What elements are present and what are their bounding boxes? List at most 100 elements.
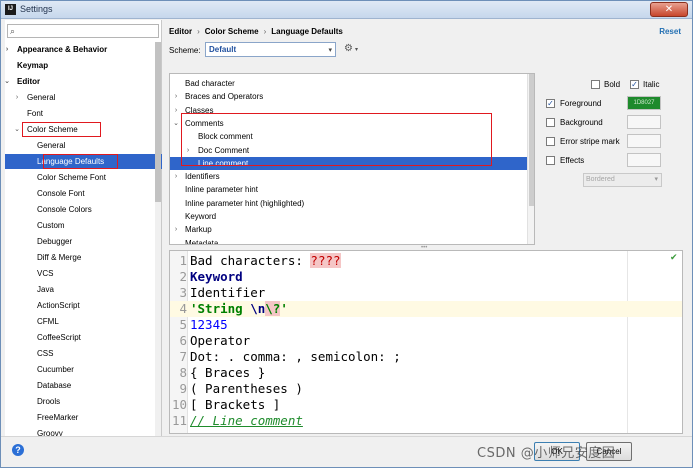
color-element-item[interactable]: › Identifiers <box>170 170 528 183</box>
chevron-right-icon[interactable]: › <box>172 90 180 103</box>
code-line[interactable]: 4 'String \n\?' <box>170 301 682 317</box>
code-text: 'String \n\?' <box>190 301 288 317</box>
color-element-label: Doc Comment <box>198 145 250 155</box>
sidebar-item[interactable]: Console Font <box>5 186 162 201</box>
sidebar-item[interactable]: CSS <box>5 346 162 361</box>
effects-color-swatch[interactable] <box>627 153 661 167</box>
code-line[interactable]: 7 Dot: . comma: , semicolon: ; <box>170 349 682 365</box>
sidebar-item[interactable]: Diff & Merge <box>5 250 162 265</box>
effects-checkbox[interactable] <box>546 156 555 165</box>
sidebar-item[interactable]: Keymap <box>5 58 162 73</box>
code-line[interactable]: 6 Operator <box>170 333 682 349</box>
elements-scrollbar-thumb[interactable] <box>529 74 534 206</box>
sidebar-item[interactable]: Font <box>5 106 162 121</box>
chevron-down-icon[interactable]: ⌄ <box>172 117 180 130</box>
sidebar-item[interactable]: ⌄ Editor <box>5 74 162 89</box>
line-number: 8 <box>179 365 187 380</box>
code-line[interactable]: 11// Line comment <box>170 413 682 429</box>
chevron-right-icon[interactable]: › <box>172 104 180 117</box>
sidebar-item[interactable]: Language Defaults <box>5 154 162 169</box>
breadcrumb-separator-icon: › <box>197 27 200 36</box>
code-token: Dot: . comma: , semicolon: ; <box>190 349 401 364</box>
sidebar-item[interactable]: Groovy <box>5 426 162 436</box>
reset-link[interactable]: Reset <box>659 27 681 36</box>
code-token: 12345 <box>190 317 228 332</box>
settings-search-box[interactable]: ⌕ <box>7 24 159 38</box>
color-element-item[interactable]: Block comment <box>170 130 528 143</box>
sidebar-item-label: General <box>27 93 56 102</box>
code-line[interactable]: 5 12345 <box>170 317 682 333</box>
chevron-down-icon[interactable]: ⌄ <box>5 74 11 89</box>
code-line[interactable]: 1 Bad characters: ???? <box>170 253 682 269</box>
sidebar-item[interactable]: › General <box>5 90 162 105</box>
foreground-color-swatch[interactable]: 1D8027 <box>627 96 661 110</box>
code-text: Dot: . comma: , semicolon: ; <box>190 349 401 365</box>
color-element-item[interactable]: › Braces and Operators <box>170 90 528 103</box>
caret-down-icon: ▾ <box>355 47 359 53</box>
sidebar-item[interactable]: › Appearance & Behavior <box>5 42 162 57</box>
sidebar-item[interactable]: Custom <box>5 218 162 233</box>
scheme-select[interactable]: Default ▾ <box>205 42 336 57</box>
line-number: 9 <box>179 381 187 396</box>
code-line[interactable]: 9( Parentheses ) <box>170 381 682 397</box>
error-stripe-checkbox[interactable] <box>546 137 555 146</box>
chevron-right-icon[interactable]: › <box>172 170 180 183</box>
color-element-label: Comments <box>185 118 224 128</box>
chevron-right-icon[interactable]: › <box>184 144 192 157</box>
background-checkbox[interactable] <box>546 118 555 127</box>
sidebar-item[interactable]: General <box>5 138 162 153</box>
sidebar-item[interactable]: CFML <box>5 314 162 329</box>
code-token: \? <box>265 301 281 316</box>
background-color-swatch[interactable] <box>627 115 661 129</box>
sidebar-item[interactable]: ActionScript <box>5 298 162 313</box>
color-element-item[interactable]: › Classes <box>170 104 528 117</box>
settings-search-input[interactable] <box>22 25 156 37</box>
line-number: 6 <box>179 333 187 348</box>
code-token: ' <box>280 301 288 316</box>
color-element-item[interactable]: Metadata <box>170 237 528 244</box>
code-line[interactable]: 8{ Braces } <box>170 365 682 381</box>
chevron-right-icon[interactable]: › <box>5 42 11 57</box>
code-line[interactable]: 2 Keyword <box>170 269 682 285</box>
code-line[interactable]: 3 Identifier <box>170 285 682 301</box>
sidebar-scrollbar[interactable] <box>155 42 161 436</box>
error-stripe-color-swatch[interactable] <box>627 134 661 148</box>
color-element-item[interactable]: Keyword <box>170 210 528 223</box>
chevron-right-icon[interactable]: › <box>13 90 21 105</box>
code-line[interactable]: 10[ Brackets ] <box>170 397 682 413</box>
color-element-item[interactable]: Inline parameter hint <box>170 183 528 196</box>
sidebar-item[interactable]: Java <box>5 282 162 297</box>
sidebar-item[interactable]: CoffeeScript <box>5 330 162 345</box>
sidebar-item[interactable]: Debugger <box>5 234 162 249</box>
color-element-item[interactable]: Bad character <box>170 77 528 90</box>
sidebar-item[interactable]: ⌄ Color Scheme <box>5 122 162 137</box>
close-window-button[interactable]: ✕ <box>650 2 688 17</box>
help-icon[interactable]: ? <box>12 444 24 456</box>
sidebar-item[interactable]: FreeMarker <box>5 410 162 425</box>
color-element-item[interactable]: Inline parameter hint (highlighted) <box>170 197 528 210</box>
foreground-checkbox[interactable]: ✓ <box>546 99 555 108</box>
sidebar-item-label: Console Font <box>37 189 85 198</box>
effect-type-select[interactable]: Bordered ▾ <box>583 173 662 187</box>
sidebar-item-label: Font <box>27 109 44 118</box>
title-bar[interactable]: IJ Settings ✕ <box>1 1 692 19</box>
elements-scrollbar[interactable] <box>527 74 534 244</box>
sidebar-item[interactable]: Drools <box>5 394 162 409</box>
color-element-item[interactable]: › Doc Comment <box>170 144 528 157</box>
sidebar-item[interactable]: Color Scheme Font <box>5 170 162 185</box>
bold-checkbox[interactable] <box>591 80 600 89</box>
sidebar-item[interactable]: VCS <box>5 266 162 281</box>
sidebar-item[interactable]: Cucumber <box>5 362 162 377</box>
chevron-down-icon[interactable]: ⌄ <box>13 122 21 137</box>
color-element-item[interactable]: ⌄ Comments <box>170 117 528 130</box>
sidebar-item[interactable]: Database <box>5 378 162 393</box>
italic-checkbox[interactable]: ✓ <box>630 80 639 89</box>
color-element-item[interactable]: › Markup <box>170 223 528 236</box>
color-element-item[interactable]: Line comment <box>170 156 528 170</box>
gear-icon[interactable]: ⚙ <box>344 43 353 54</box>
sidebar-scrollbar-thumb[interactable] <box>155 42 161 202</box>
sidebar-item[interactable]: Console Colors <box>5 202 162 217</box>
code-token: Identifier <box>190 285 266 300</box>
sidebar-item-label: ActionScript <box>37 301 80 310</box>
chevron-right-icon[interactable]: › <box>172 223 180 236</box>
